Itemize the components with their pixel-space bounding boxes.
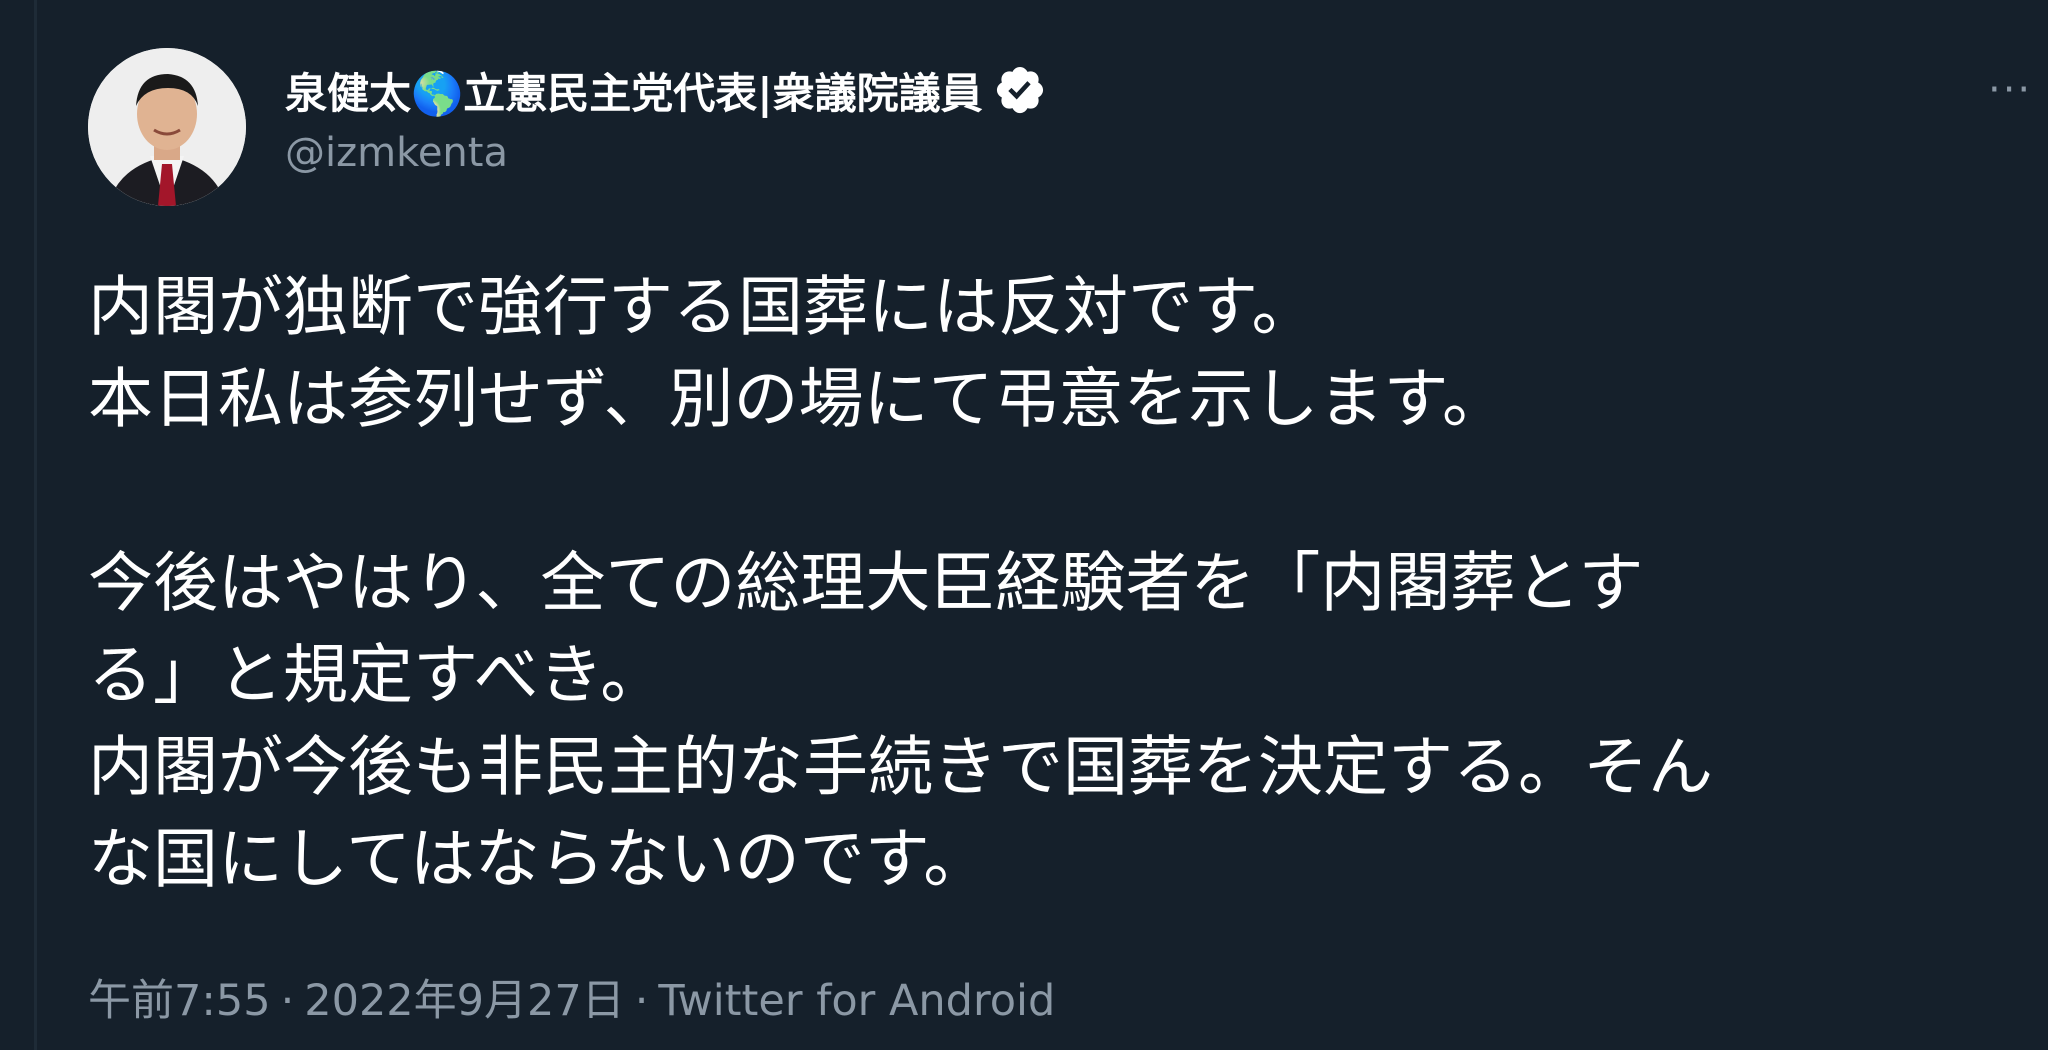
- tweet-date[interactable]: 2022年9月27日: [304, 976, 625, 1026]
- tweet-text-line: 内閣が今後も非民主的な手続きで国葬を決定する。そん: [88, 730, 1714, 805]
- tweet-source[interactable]: Twitter for Android: [658, 976, 1055, 1026]
- meta-separator: ·: [280, 976, 295, 1026]
- tweet-text-line: 今後はやはり、全ての総理大臣経験者を「内閣葬とす: [88, 546, 1644, 621]
- verified-badge-icon: [993, 63, 1047, 117]
- tweet-time[interactable]: 午前7:55: [88, 976, 271, 1026]
- tweet-text-line: 内閣が独断で強行する国葬には反対です。: [88, 270, 1317, 345]
- thread-divider: [34, 0, 37, 1050]
- more-options-icon[interactable]: ···: [1988, 70, 2032, 110]
- tweet-text-line: な国にしてはならないのです。: [88, 822, 989, 897]
- avatar[interactable]: [88, 48, 246, 206]
- meta-separator: ·: [634, 976, 649, 1026]
- author-display-name[interactable]: 泉健太🌎立憲民主党代表|衆議院議員: [285, 60, 983, 121]
- author-handle[interactable]: @izmkenta: [285, 130, 508, 176]
- tweet-metadata: 午前7:55 · 2022年9月27日 · Twitter for Android: [88, 966, 1055, 1028]
- tweet-text-line: る」と規定すべき。: [88, 638, 666, 713]
- tweet-text: 内閣が独断で強行する国葬には反対です。 本日私は参列せず、別の場にて弔意を示しま…: [88, 262, 2018, 906]
- tweet-text-line: 本日私は参列せず、別の場にて弔意を示します。: [88, 362, 1507, 437]
- tweet-text-line: [88, 446, 2018, 538]
- profile-photo-icon: [88, 48, 246, 206]
- author-name-row[interactable]: 泉健太🌎立憲民主党代表|衆議院議員: [285, 58, 1047, 122]
